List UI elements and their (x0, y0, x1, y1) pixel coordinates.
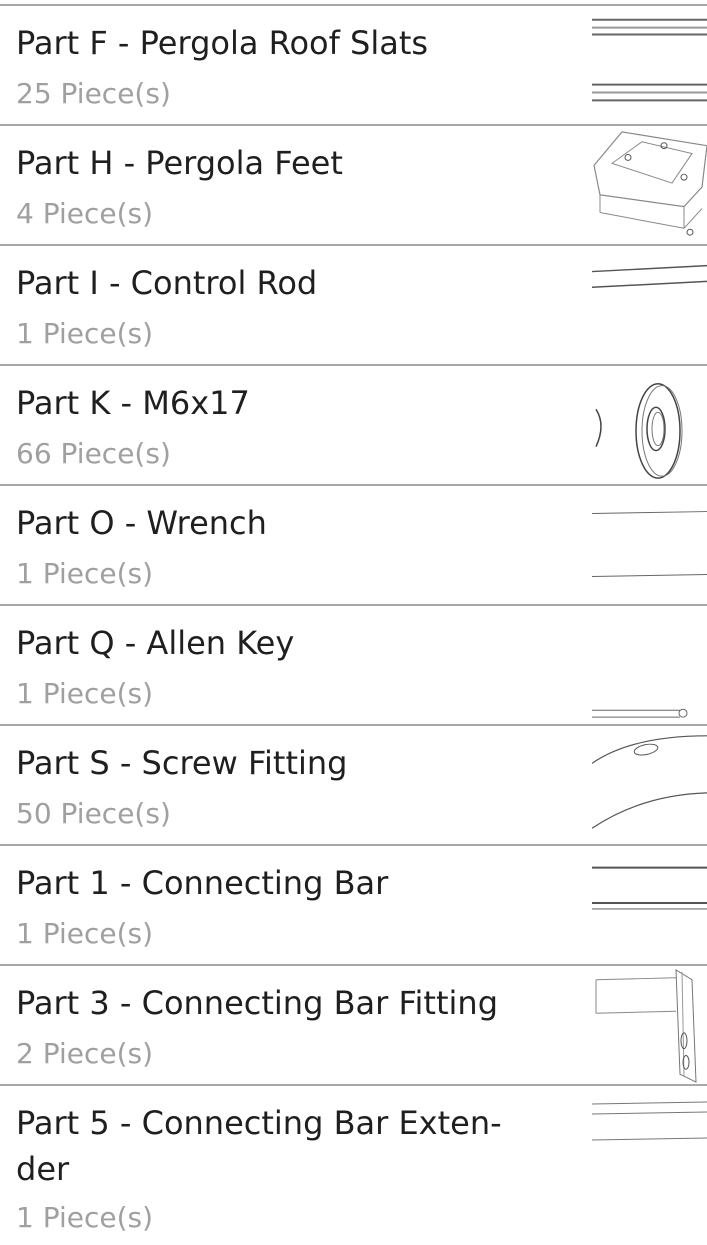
part-title: Part 1 - Connecting Bar (16, 864, 389, 902)
list-item[interactable]: Part K - M6x17 66 Piece(s) (0, 364, 707, 484)
part-title: Part Q - Allen Key (16, 624, 295, 662)
wrench-icon (592, 486, 707, 604)
list-item[interactable]: Part 5 - Connecting Bar Exten- der 1 Pie… (0, 1084, 707, 1245)
part-quantity: 1 Piece(s) (16, 317, 154, 350)
part-title: Part 5 - Connecting Bar Exten- der (16, 1100, 576, 1192)
part-quantity: 50 Piece(s) (16, 797, 171, 830)
list-item[interactable]: Part O - Wrench 1 Piece(s) (0, 484, 707, 604)
part-title: Part H - Pergola Feet (16, 144, 343, 182)
list-item[interactable]: Part 1 - Connecting Bar 1 Piece(s) (0, 844, 707, 964)
part-quantity: 1 Piece(s) (16, 557, 154, 590)
washer-icon (592, 366, 707, 484)
part-quantity: 2 Piece(s) (16, 1037, 154, 1070)
part-quantity: 4 Piece(s) (16, 197, 154, 230)
part-quantity: 1 Piece(s) (16, 677, 154, 710)
list-item[interactable]: Part Q - Allen Key 1 Piece(s) (0, 604, 707, 724)
list-item[interactable]: Part S - Screw Fitting 50 Piece(s) (0, 724, 707, 844)
part-quantity: 66 Piece(s) (16, 437, 171, 470)
list-item[interactable]: Part F - Pergola Roof Slats 25 Piece(s) (0, 4, 707, 124)
part-quantity: 25 Piece(s) (16, 77, 171, 110)
connecting-bar-icon (592, 846, 707, 964)
part-title: Part I - Control Rod (16, 264, 318, 302)
part-quantity: 1 Piece(s) (16, 917, 154, 950)
screw-fitting-icon (592, 726, 707, 844)
list-item[interactable]: Part I - Control Rod 1 Piece(s) (0, 244, 707, 364)
part-title: Part O - Wrench (16, 504, 267, 542)
list-item[interactable]: Part H - Pergola Feet 4 Piece(s) (0, 124, 707, 244)
part-title: Part S - Screw Fitting (16, 744, 348, 782)
part-quantity: 1 Piece(s) (16, 1201, 154, 1234)
part-title: Part 3 - Connecting Bar Fitting (16, 984, 498, 1022)
bar-fitting-icon (592, 966, 707, 1084)
part-title: Part F - Pergola Roof Slats (16, 24, 429, 62)
allen-key-icon (592, 606, 707, 724)
bar-extender-icon (592, 1086, 707, 1166)
part-title-line-1: Part 5 - Connecting Bar Exten- (16, 1104, 502, 1142)
part-title: Part K - M6x17 (16, 384, 250, 422)
part-title-line-2: der (16, 1150, 70, 1188)
slats-icon (592, 6, 707, 124)
rod-icon (592, 246, 707, 364)
list-item[interactable]: Part 3 - Connecting Bar Fitting 2 Piece(… (0, 964, 707, 1084)
feet-plate-icon (592, 126, 707, 244)
